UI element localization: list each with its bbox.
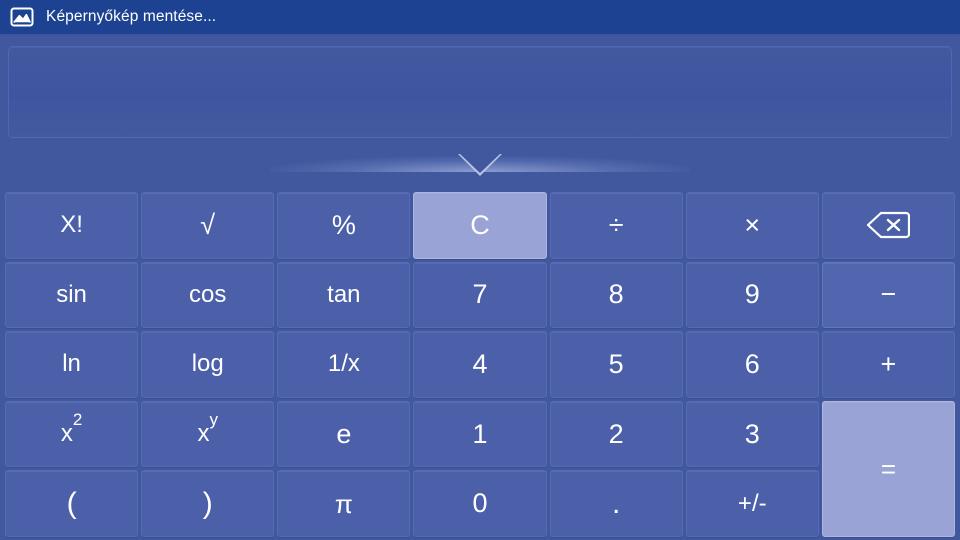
key-decimal-point-label: . <box>611 486 621 520</box>
key-e[interactable]: e <box>277 400 411 468</box>
key-left-paren-label: ( <box>66 486 77 520</box>
keypad: X! √% C ÷ × sin cos tan 7 8 9 − ln log 1/x 4 5 6 + x2 xy e 1 2 3… <box>0 192 960 540</box>
key-percent-label: % <box>331 209 356 240</box>
key-decimal-point[interactable]: . <box>549 470 683 537</box>
key-right-paren-label: ) <box>202 486 213 520</box>
key-minus[interactable]: − <box>821 261 955 329</box>
key-digit-5-label: 5 <box>608 348 624 379</box>
key-x-squared-label: x2 <box>60 410 83 448</box>
key-x-squared-exponent: 2 <box>72 410 83 430</box>
key-backspace[interactable] <box>821 192 955 259</box>
key-ln-label: ln <box>62 350 81 378</box>
key-digit-0[interactable]: 0 <box>413 470 547 537</box>
key-x-power-y[interactable]: xy <box>141 400 275 468</box>
key-multiply[interactable]: × <box>685 192 819 259</box>
key-tan[interactable]: tan <box>277 261 411 329</box>
key-clear[interactable]: C <box>413 192 547 259</box>
notification-titlebar: Képernyőkép mentése... <box>0 0 960 36</box>
key-divide-label: ÷ <box>608 209 624 240</box>
key-sin-label: sin <box>56 280 87 308</box>
notification-title: Képernyőkép mentése... <box>46 8 217 26</box>
key-e-label: e <box>336 418 352 449</box>
key-factorial-label: X! <box>60 211 83 239</box>
key-digit-3-label: 3 <box>744 418 760 449</box>
key-cos-label: cos <box>189 280 227 308</box>
key-tan-label: tan <box>327 280 361 308</box>
key-right-paren[interactable]: ) <box>141 470 275 537</box>
key-digit-3[interactable]: 3 <box>685 400 819 468</box>
chevron-down-icon-inner <box>460 154 500 173</box>
key-plus-label: + <box>880 348 897 379</box>
key-digit-8[interactable]: 8 <box>549 261 683 329</box>
key-plus[interactable]: + <box>821 331 955 398</box>
key-minus-label: − <box>880 279 897 310</box>
key-digit-2-label: 2 <box>608 418 624 449</box>
key-digit-1[interactable]: 1 <box>413 400 547 468</box>
panel-caret <box>0 154 960 192</box>
key-square-root[interactable]: √ <box>141 192 275 259</box>
key-cos[interactable]: cos <box>141 261 275 329</box>
key-divide[interactable]: ÷ <box>549 192 683 259</box>
key-clear-label: C <box>470 209 490 240</box>
key-digit-1-label: 1 <box>472 418 488 449</box>
display-field[interactable] <box>8 46 952 138</box>
backspace-icon <box>866 211 911 239</box>
key-x-squared[interactable]: x2 <box>5 400 139 468</box>
key-sign-toggle-label: +/- <box>737 489 767 517</box>
key-percent[interactable]: % <box>277 192 411 259</box>
calculator-app: Képernyőkép mentése... X! √% C ÷ × sin cos tan 7… <box>0 0 960 540</box>
key-x-power-y-label: xy <box>197 410 218 448</box>
key-log-label: log <box>191 350 224 378</box>
key-left-paren[interactable]: ( <box>5 470 139 537</box>
key-digit-6-label: 6 <box>744 348 760 379</box>
key-equals-label: = <box>880 453 896 484</box>
key-log[interactable]: log <box>141 331 275 398</box>
key-reciprocal[interactable]: 1/x <box>277 331 411 398</box>
key-sign-toggle[interactable]: +/- <box>685 470 819 537</box>
key-sin[interactable]: sin <box>5 261 139 329</box>
key-digit-4[interactable]: 4 <box>413 331 547 398</box>
key-digit-0-label: 0 <box>472 488 488 519</box>
key-pi-label: π <box>334 488 353 519</box>
key-square-root-label: √ <box>200 209 216 240</box>
key-x-power-y-exponent: y <box>209 410 218 430</box>
display-area <box>0 36 960 154</box>
key-digit-7-label: 7 <box>472 279 488 310</box>
key-digit-5[interactable]: 5 <box>549 331 683 398</box>
key-multiply-label: × <box>744 209 761 240</box>
key-ln[interactable]: ln <box>5 331 139 398</box>
key-digit-9[interactable]: 9 <box>685 261 819 329</box>
key-reciprocal-label: 1/x <box>327 350 360 378</box>
key-digit-4-label: 4 <box>472 348 488 379</box>
key-pi[interactable]: π <box>277 470 411 537</box>
key-digit-6[interactable]: 6 <box>685 331 819 398</box>
key-digit-7[interactable]: 7 <box>413 261 547 329</box>
key-equals[interactable]: = <box>821 400 955 537</box>
key-digit-9-label: 9 <box>744 279 760 310</box>
key-digit-8-label: 8 <box>608 279 624 310</box>
image-picture-icon <box>10 5 34 29</box>
key-factorial[interactable]: X! <box>5 192 139 259</box>
key-digit-2[interactable]: 2 <box>549 400 683 468</box>
